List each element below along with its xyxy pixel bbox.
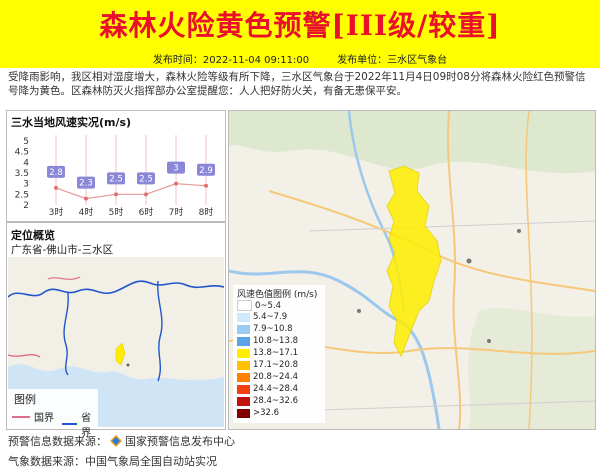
wind-legend-item: 0~5.4	[237, 300, 281, 311]
wind-data-label: 3	[173, 164, 178, 174]
wind-legend-item: 5.4~7.9	[237, 312, 287, 322]
wind-legend-label: >32.6	[253, 408, 280, 418]
wind-speed-panel: 三水当地风速实况(m/s) 5 4.5 4 3.5 3 2.5 2 3时 4时 5时 6时 7时 8时 2…	[6, 110, 226, 222]
publish-time: 发布时间：2022-11-04 09:11:00	[152, 54, 310, 66]
publish-unit: 发布单位：三水区气象台	[337, 54, 448, 66]
x-tick-label: 8时	[199, 206, 214, 218]
wind-data-label: 2.3	[79, 179, 93, 189]
wind-color-swatch	[237, 360, 250, 370]
warning-center-logo-icon	[110, 435, 122, 447]
provincial-border-line-icon	[62, 423, 78, 425]
wind-color-swatch	[237, 300, 252, 311]
map-legend-title: 图例	[14, 393, 36, 406]
title-bar: 森林火险黄色预警[III级/较重]	[0, 0, 600, 48]
wind-data-label: 2.5	[139, 174, 153, 184]
wind-color-swatch	[237, 396, 250, 406]
wind-color-swatch	[237, 408, 250, 418]
wind-color-swatch	[237, 324, 250, 334]
warning-data-source: 预警信息数据来源： 国家预警信息发布中心	[8, 435, 235, 448]
wind-data-label: 2.8	[49, 168, 63, 178]
wind-legend-label: 28.4~32.6	[253, 396, 298, 406]
wind-data-point	[54, 185, 58, 190]
wind-data-label: 2.9	[199, 166, 213, 176]
y-tick-label: 4.5	[15, 148, 29, 158]
wind-legend-label: 0~5.4	[255, 300, 282, 311]
wind-legend-label: 7.9~10.8	[253, 324, 293, 334]
wind-data-point	[84, 196, 88, 201]
x-tick-label: 6时	[139, 206, 154, 218]
wind-legend-label: 17.1~20.8	[253, 360, 298, 370]
wind-data-label: 2.5	[109, 174, 123, 184]
alert-description: 受降雨影响，我区相对湿度增大，森林火险等级有所下降，三水区气象台于2022年11…	[8, 71, 586, 97]
y-tick-label: 4	[23, 158, 29, 168]
x-tick-label: 3时	[49, 206, 64, 218]
location-title: 定位概览	[11, 229, 55, 242]
wind-legend-label: 24.4~28.4	[253, 384, 298, 394]
wind-legend-item: 10.8~13.8	[237, 336, 298, 346]
wind-data-point	[114, 192, 118, 197]
wind-data-point	[204, 183, 208, 188]
x-tick-label: 5时	[109, 206, 124, 218]
wind-legend-label: 5.4~7.9	[253, 312, 288, 322]
wind-legend-item: 24.4~28.4	[237, 384, 298, 394]
wind-color-swatch	[237, 336, 250, 346]
y-tick-label: 5	[23, 137, 29, 147]
wind-legend-item: 17.1~20.8	[237, 360, 298, 370]
wind-color-swatch	[237, 348, 250, 358]
wind-color-swatch	[237, 372, 250, 382]
wind-legend-item: >32.6	[237, 408, 279, 418]
weather-data-source: 气象数据来源： 中国气象局全国自动站实况	[8, 455, 217, 468]
x-tick-label: 7时	[169, 206, 184, 218]
national-border-line-icon	[12, 415, 30, 418]
location-panel: 定位概览 广东省-佛山市-三水区 图例 国界 省界	[6, 222, 226, 439]
wind-legend-item: 7.9~10.8	[237, 324, 293, 334]
meta-bar: 发布时间：2022-11-04 09:11:00 发布单位：三水区气象台	[0, 48, 600, 68]
wind-legend-item: 20.8~24.4	[237, 372, 298, 382]
wind-data-point	[174, 181, 178, 186]
map-legend: 图例 国界 省界	[8, 389, 98, 439]
wind-speed-chart: 54.543.532.523时 4时 5时 6时 7时 8时2.82.3 2.5 2.53 2.…	[15, 135, 215, 218]
wind-legend-label: 10.8~13.8	[253, 336, 298, 346]
location-region: 广东省-佛山市-三水区	[11, 244, 114, 256]
alert-title: 森林火险黄色预警[III级/较重]	[99, 9, 501, 42]
wind-legend-item: 28.4~32.6	[237, 396, 298, 406]
wind-color-swatch	[237, 312, 250, 322]
y-tick-label: 2	[23, 201, 29, 211]
wind-legend-item: 13.8~17.1	[237, 348, 298, 358]
y-tick-label: 3.5	[15, 169, 29, 179]
legend-national-border: 国界	[12, 409, 54, 424]
x-tick-label: 4时	[79, 206, 94, 218]
wind-legend-title: 风速色值图例 (m/s)	[237, 290, 318, 300]
y-tick-label: 3	[23, 180, 29, 190]
wind-legend-label: 20.8~24.4	[253, 372, 298, 382]
wind-color-swatch	[237, 384, 250, 394]
wind-data-point	[144, 192, 148, 197]
wind-color-legend: 风速色值图例 (m/s) 0~5.4 5.4~7.9 7.9~10.8 10.8~13…	[233, 285, 325, 423]
wind-legend-label: 13.8~17.1	[253, 348, 298, 358]
y-tick-label: 2.5	[15, 190, 29, 200]
